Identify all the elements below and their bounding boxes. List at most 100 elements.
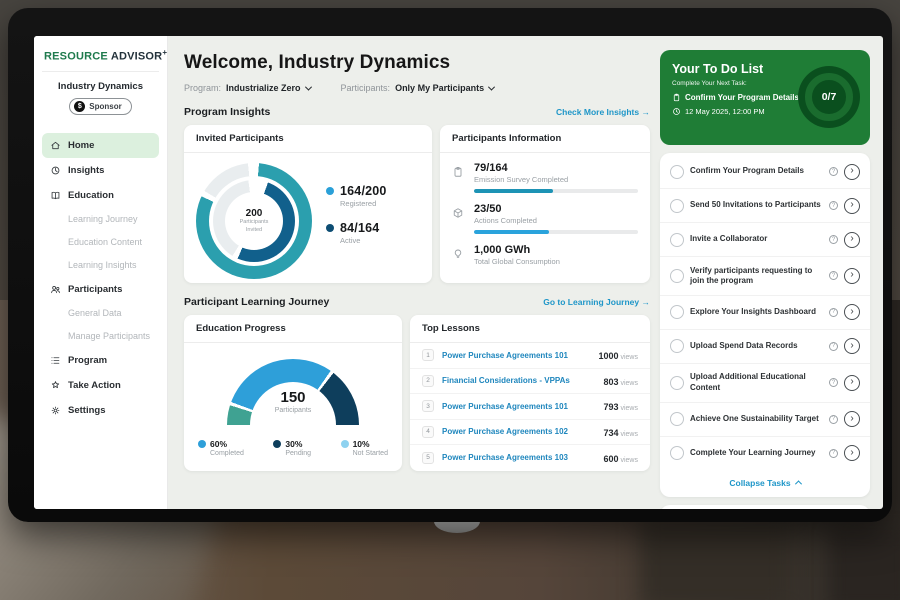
program-dropdown-value: Industrialize Zero bbox=[226, 83, 301, 93]
task-checkbox[interactable] bbox=[670, 233, 684, 247]
task-row-confirm-program[interactable]: Confirm Your Program Details ? › bbox=[660, 155, 870, 189]
help-icon[interactable]: ? bbox=[829, 378, 838, 387]
task-label: Upload Additional Educational Content bbox=[690, 372, 823, 393]
legend-label: Not Started bbox=[353, 450, 388, 457]
task-row-achieve-target[interactable]: Achieve One Sustainability Target ? › bbox=[660, 403, 870, 437]
task-checkbox[interactable] bbox=[670, 305, 684, 319]
clipboard-icon bbox=[672, 93, 681, 102]
chevron-right-icon[interactable]: › bbox=[844, 164, 860, 180]
sidebar-item-learning-journey[interactable]: Learning Journey bbox=[42, 208, 159, 231]
task-checkbox[interactable] bbox=[670, 199, 684, 213]
task-row-complete-learning-journey[interactable]: Complete Your Learning Journey ? › bbox=[660, 437, 870, 470]
arrow-right-icon: → bbox=[642, 297, 651, 307]
sidebar-item-manage-participants[interactable]: Manage Participants bbox=[42, 325, 159, 348]
task-checkbox[interactable] bbox=[670, 269, 684, 283]
task-checkbox[interactable] bbox=[670, 339, 684, 353]
info-label: Actions Completed bbox=[474, 216, 638, 225]
chevron-right-icon[interactable]: › bbox=[844, 338, 860, 354]
chevron-right-icon[interactable]: › bbox=[844, 232, 860, 248]
chevron-right-icon[interactable]: › bbox=[844, 445, 860, 461]
info-row-consumption: 1,000 GWh Total Global Consumption bbox=[452, 244, 638, 266]
participants-dropdown[interactable]: Participants: Only My Participants bbox=[341, 83, 495, 93]
legend-label: Registered bbox=[340, 199, 387, 208]
sidebar-item-label: General Data bbox=[68, 308, 122, 318]
task-row-send-invitations[interactable]: Send 50 Invitations to Participants ? › bbox=[660, 189, 870, 223]
help-icon[interactable]: ? bbox=[829, 271, 838, 280]
learning-journey-heading: Participant Learning Journey bbox=[184, 296, 329, 308]
sidebar-item-general-data[interactable]: General Data bbox=[42, 302, 159, 325]
sidebar-item-education-content[interactable]: Education Content bbox=[42, 231, 159, 254]
help-icon[interactable]: ? bbox=[829, 342, 838, 351]
help-icon[interactable]: ? bbox=[829, 167, 838, 176]
task-label: Explore Your Insights Dashboard bbox=[690, 307, 823, 317]
check-more-insights-link[interactable]: Check More Insights → bbox=[556, 107, 650, 117]
sidebar-item-education[interactable]: Education bbox=[42, 183, 159, 208]
task-row-upload-spend-data[interactable]: Upload Spend Data Records ? › bbox=[660, 330, 870, 364]
collapse-tasks-link[interactable]: Collapse Tasks bbox=[660, 470, 870, 493]
chevron-right-icon[interactable]: › bbox=[844, 268, 860, 284]
card-title: Invited Participants bbox=[184, 125, 432, 153]
chevron-right-icon[interactable]: › bbox=[844, 411, 860, 427]
legend-label: Completed bbox=[210, 450, 244, 457]
lesson-link[interactable]: Financial Considerations - VPPAs bbox=[442, 376, 595, 385]
sidebar: RESOURCE ADVISOR+ Industry Dynamics $ Sp… bbox=[34, 36, 168, 509]
task-checkbox[interactable] bbox=[670, 376, 684, 390]
collapse-tasks-label: Collapse Tasks bbox=[729, 478, 790, 488]
task-checkbox[interactable] bbox=[670, 165, 684, 179]
chevron-right-icon[interactable]: › bbox=[844, 198, 860, 214]
lesson-views-suffix: views bbox=[620, 457, 638, 464]
sidebar-item-settings[interactable]: Settings bbox=[42, 398, 159, 423]
help-icon[interactable]: ? bbox=[829, 235, 838, 244]
top-lessons-card: Top Lessons 1 Power Purchase Agreements … bbox=[410, 315, 650, 471]
organization-block: Industry Dynamics $ Sponsor bbox=[42, 72, 159, 125]
program-dropdown[interactable]: Program: Industrialize Zero bbox=[184, 83, 311, 93]
help-icon[interactable]: ? bbox=[829, 449, 838, 458]
sponsor-badge: $ Sponsor bbox=[69, 98, 131, 115]
lesson-link[interactable]: Power Purchase Agreements 102 bbox=[442, 427, 595, 436]
lesson-link[interactable]: Power Purchase Agreements 101 bbox=[442, 402, 595, 411]
gauge-center-value: 150 bbox=[227, 389, 359, 406]
insights-icon bbox=[50, 165, 61, 176]
todo-tasks-card: Confirm Your Program Details ? › Send 50… bbox=[660, 153, 870, 497]
lesson-row: 3 Power Purchase Agreements 101 793views bbox=[410, 394, 650, 420]
help-icon[interactable]: ? bbox=[829, 415, 838, 424]
task-row-explore-insights[interactable]: Explore Your Insights Dashboard ? › bbox=[660, 296, 870, 330]
task-row-invite-collaborator[interactable]: Invite a Collaborator ? › bbox=[660, 223, 870, 257]
task-row-upload-educational-content[interactable]: Upload Additional Educational Content ? … bbox=[660, 364, 870, 403]
chevron-right-icon[interactable]: › bbox=[844, 304, 860, 320]
sidebar-item-participants[interactable]: Participants bbox=[42, 277, 159, 302]
task-label: Verify participants requesting to join t… bbox=[690, 266, 823, 287]
lesson-row: 1 Power Purchase Agreements 101 1000view… bbox=[410, 343, 650, 369]
recent-news-title: Recent News bbox=[660, 505, 870, 509]
participants-dropdown-value: Only My Participants bbox=[395, 83, 484, 93]
donut-inner-ring: 200 Participants Invited bbox=[213, 180, 295, 262]
background-shadow-block bbox=[830, 530, 900, 600]
lesson-views-suffix: views bbox=[620, 431, 638, 438]
card-title: Education Progress bbox=[184, 315, 402, 343]
progress-track bbox=[474, 230, 638, 234]
legend-value: 164/200 bbox=[340, 184, 387, 198]
sidebar-item-program[interactable]: Program bbox=[42, 348, 159, 373]
sponsor-icon: $ bbox=[74, 101, 85, 112]
task-checkbox[interactable] bbox=[670, 412, 684, 426]
sidebar-item-take-action[interactable]: Take Action bbox=[42, 373, 159, 398]
link-label: Check More Insights bbox=[556, 107, 639, 117]
lesson-link[interactable]: Power Purchase Agreements 103 bbox=[442, 453, 595, 462]
organization-name: Industry Dynamics bbox=[42, 81, 159, 92]
task-label: Invite a Collaborator bbox=[690, 234, 823, 244]
logo-text-secondary: ADVISOR bbox=[111, 51, 163, 63]
participants-icon bbox=[50, 284, 61, 295]
task-row-verify-participants[interactable]: Verify participants requesting to join t… bbox=[660, 257, 870, 296]
sidebar-item-home[interactable]: Home bbox=[42, 133, 159, 158]
donut-outer-ring: 200 Participants Invited bbox=[196, 163, 312, 279]
sidebar-item-learning-insights[interactable]: Learning Insights bbox=[42, 254, 159, 277]
go-to-learning-journey-link[interactable]: Go to Learning Journey → bbox=[543, 297, 650, 307]
task-checkbox[interactable] bbox=[670, 446, 684, 460]
dashboard-screen: RESOURCE ADVISOR+ Industry Dynamics $ Sp… bbox=[34, 36, 883, 509]
sidebar-item-insights[interactable]: Insights bbox=[42, 158, 159, 183]
chevron-right-icon[interactable]: › bbox=[844, 375, 860, 391]
help-icon[interactable]: ? bbox=[829, 201, 838, 210]
help-icon[interactable]: ? bbox=[829, 308, 838, 317]
chevron-up-icon bbox=[795, 480, 802, 487]
lesson-link[interactable]: Power Purchase Agreements 101 bbox=[442, 351, 590, 360]
